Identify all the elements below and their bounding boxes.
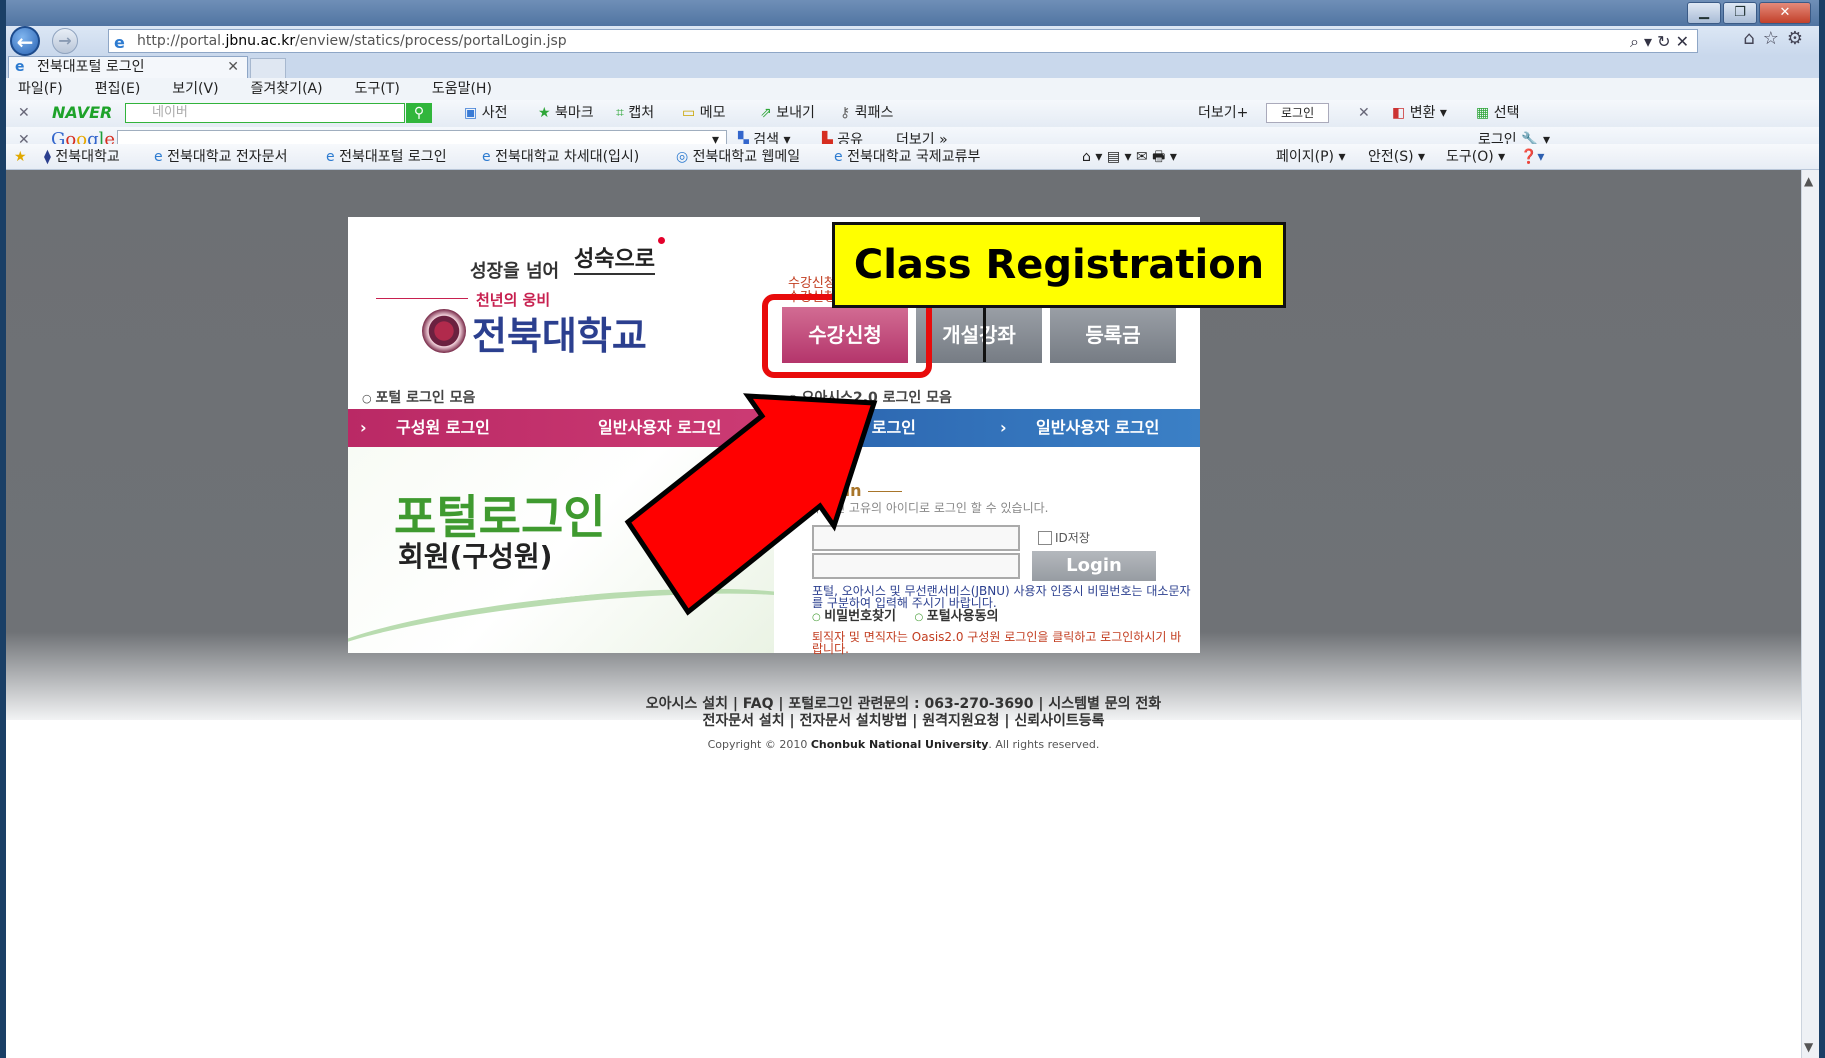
annotation-arrow-icon: [624, 393, 878, 616]
